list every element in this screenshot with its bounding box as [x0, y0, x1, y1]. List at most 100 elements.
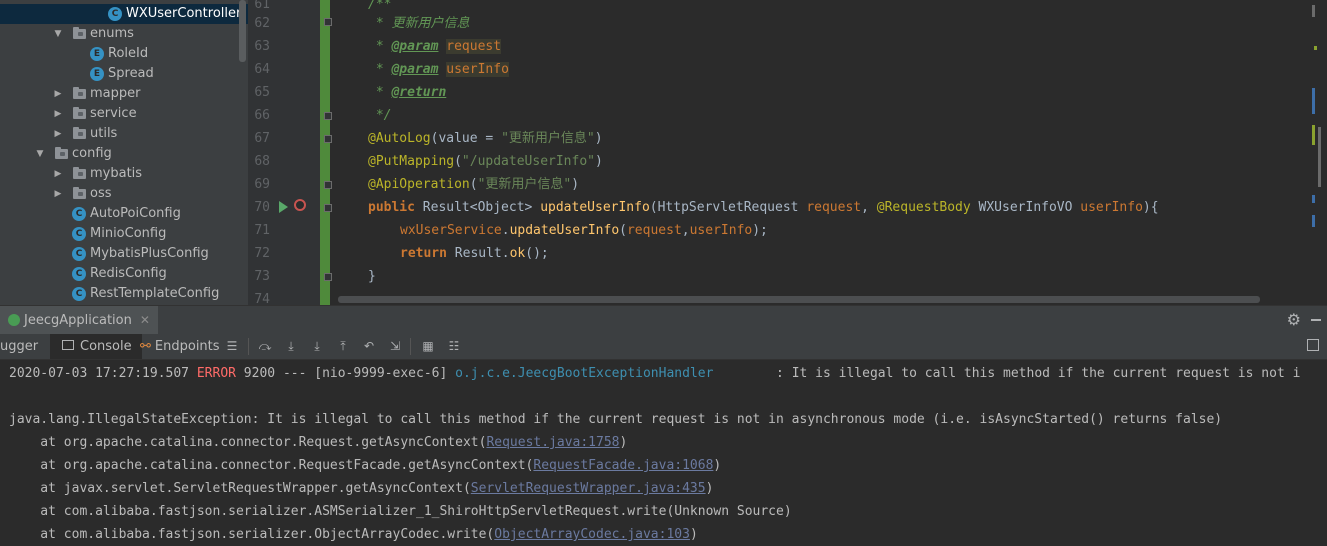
chevron-right-icon[interactable]: ▶ — [52, 184, 64, 204]
annotation: @PutMapping — [368, 154, 455, 169]
log-timestamp: 2020-07-03 17:27:19.507 — [9, 366, 197, 381]
source-link[interactable]: RequestFacade.java:1068 — [533, 458, 713, 473]
code-token: ); — [752, 223, 768, 238]
code-line-65: * @return — [368, 81, 446, 104]
doc-star: * — [368, 39, 392, 54]
tree-item-spread[interactable]: E Spread — [0, 64, 248, 84]
drop-frame-icon[interactable]: ↶ — [362, 339, 376, 353]
tree-item-mybatisplusconfig[interactable]: C MybatisPlusConfig — [0, 244, 248, 264]
error-stripe[interactable] — [1298, 0, 1327, 305]
tree-item-mapper[interactable]: ▶ mapper — [0, 84, 248, 104]
doc-tag: @param — [391, 39, 439, 54]
trace-icon[interactable]: ☷ — [447, 339, 461, 353]
tree-item-autopoiconfig[interactable]: C AutoPoiConfig — [0, 204, 248, 224]
log-message: : It is illegal to call this method if t… — [713, 366, 1301, 381]
method-call: ok — [509, 246, 526, 261]
tab-debugger[interactable]: ugger — [0, 334, 38, 359]
enum-icon: E — [90, 67, 104, 81]
tree-item-label: RedisConfig — [90, 266, 167, 281]
code-token: ) — [571, 177, 580, 192]
tab-endpoints[interactable]: ⚯ Endpoints — [140, 334, 220, 359]
line-number: 68 — [254, 154, 270, 169]
run-config-tab[interactable]: JeecgApplication ✕ — [0, 306, 158, 334]
code-token: ( — [619, 223, 627, 238]
stack-text: ) — [713, 458, 722, 473]
fold-marker-icon[interactable] — [324, 273, 332, 281]
tree-item-resttemplateconfig[interactable]: C RestTemplateConfig — [0, 284, 248, 304]
chevron-right-icon[interactable]: ▶ — [52, 84, 64, 104]
gear-icon[interactable]: ⚙ — [1287, 310, 1301, 329]
step-out-icon[interactable]: ⤒ — [336, 339, 350, 353]
string-literal: "更新用户信息" — [501, 131, 595, 146]
tab-console[interactable]: Console — [50, 334, 142, 359]
chevron-down-icon[interactable]: ▼ — [52, 24, 64, 44]
run-tab-label: JeecgApplication — [24, 313, 132, 328]
tree-item-minioconfig[interactable]: C MinioConfig — [0, 224, 248, 244]
tree-item-label: mybatis — [90, 166, 143, 181]
fold-marker-icon[interactable] — [324, 135, 332, 143]
chevron-right-icon[interactable]: ▶ — [52, 104, 64, 124]
stack-text: at javax.servlet.ServletRequestWrapper.g… — [9, 481, 471, 496]
tree-item-utils[interactable]: ▶ utils — [0, 124, 248, 144]
log-thread: 9200 --- [nio-9999-exec-6] — [235, 366, 456, 381]
source-link[interactable]: ObjectArrayCodec.java:103 — [494, 527, 690, 542]
string-literal: "更新用户信息" — [477, 177, 572, 192]
spring-boot-icon — [8, 314, 20, 326]
vcs-change-marker[interactable] — [320, 0, 330, 305]
step-over-icon[interactable]: ⤼ — [258, 339, 272, 353]
run-to-cursor-icon[interactable]: ⇲ — [388, 339, 402, 353]
console-output[interactable]: 2020-07-03 17:27:19.507 ERROR 9200 --- [… — [0, 360, 1327, 546]
tree-item-config[interactable]: ▼ config — [0, 144, 248, 164]
code-line-69: @ApiOperation("更新用户信息") — [368, 173, 579, 196]
step-into-icon[interactable]: ⤓ — [284, 339, 298, 353]
class-icon: C — [72, 247, 86, 261]
doc-param-name: request — [446, 39, 502, 54]
tree-item-oss[interactable]: ▶ oss — [0, 184, 248, 204]
tree-item-enums[interactable]: ▼ enums — [0, 24, 248, 44]
code-editor[interactable]: 61 62 63 64 65 66 67 68 69 70 71 72 73 7… — [248, 0, 1327, 305]
tree-item-service[interactable]: ▶ service — [0, 104, 248, 124]
force-step-into-icon[interactable]: ⤓ — [310, 339, 324, 353]
code-token: Result<Object> — [414, 200, 541, 215]
code-line-64: * @param userInfo — [368, 58, 509, 81]
menu-icon[interactable]: ☰ — [225, 339, 239, 353]
fold-marker-icon[interactable] — [324, 112, 332, 120]
stack-frame: at javax.servlet.ServletRequestWrapper.g… — [9, 477, 713, 500]
request-mapping-icon[interactable] — [294, 199, 306, 211]
tree-scrollbar[interactable] — [239, 0, 246, 62]
source-link[interactable]: ServletRequestWrapper.java:435 — [471, 481, 706, 496]
tree-item-redisconfig[interactable]: C RedisConfig — [0, 264, 248, 284]
tree-item-label: mapper — [90, 86, 141, 101]
stack-frame: at org.apache.catalina.connector.Request… — [9, 431, 627, 454]
fold-marker-icon[interactable] — [324, 204, 332, 212]
doc-param-name: userInfo — [446, 62, 509, 77]
method-call: updateUserInfo — [509, 223, 620, 238]
line-number: 74 — [254, 292, 270, 305]
code-token: , — [861, 200, 877, 215]
run-gutter-icon[interactable] — [279, 201, 288, 213]
tree-item-mybatis[interactable]: ▶ mybatis — [0, 164, 248, 184]
line-number: 66 — [254, 108, 270, 123]
class-icon: C — [108, 7, 122, 21]
method-name: updateUserInfo — [540, 200, 650, 215]
chevron-right-icon[interactable]: ▶ — [52, 124, 64, 144]
tree-item-roleid[interactable]: E RoleId — [0, 44, 248, 64]
minimize-icon[interactable] — [1311, 319, 1321, 321]
code-token: ( — [454, 154, 462, 169]
stack-text: ) — [705, 481, 714, 496]
doc-tag: @return — [391, 85, 447, 100]
code-token: WXUserInfoVO — [970, 200, 1081, 215]
run-tool-window-header: JeecgApplication ✕ ⚙ — [0, 305, 1327, 334]
chevron-down-icon[interactable]: ▼ — [34, 144, 46, 164]
evaluate-icon[interactable]: ▦ — [421, 339, 435, 353]
close-icon[interactable]: ✕ — [140, 313, 150, 327]
editor-horizontal-scrollbar[interactable] — [338, 296, 1260, 303]
fold-marker-icon[interactable] — [324, 18, 332, 26]
source-link[interactable]: Request.java:1758 — [486, 435, 619, 450]
line-number: 65 — [254, 85, 270, 100]
fold-marker-icon[interactable] — [324, 181, 332, 189]
folder-icon — [73, 127, 86, 139]
tree-item-wxusercontroller[interactable]: C WXUserController — [0, 4, 248, 24]
layout-icon[interactable] — [1307, 339, 1319, 351]
chevron-right-icon[interactable]: ▶ — [52, 164, 64, 184]
